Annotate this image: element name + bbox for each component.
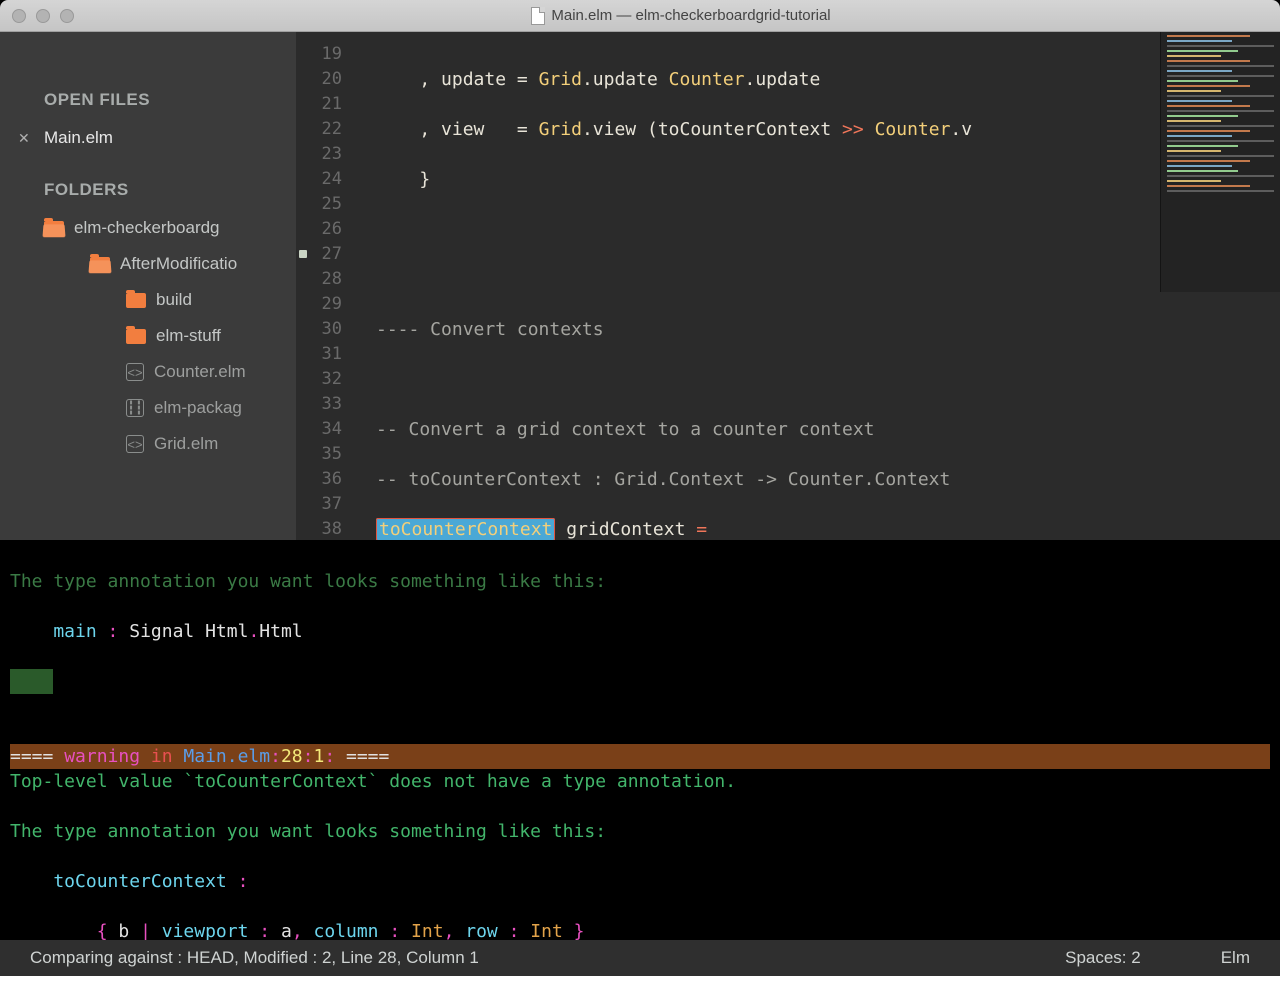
- folder-icon: [126, 293, 146, 308]
- build-output-panel[interactable]: The type annotation you want looks somet…: [0, 540, 1280, 940]
- status-left: Comparing against : HEAD, Modified : 2, …: [30, 948, 479, 968]
- folder-aftermodification[interactable]: AfterModificatio: [0, 246, 296, 282]
- folder-icon: [44, 221, 64, 236]
- folder-build[interactable]: build: [0, 282, 296, 318]
- open-files-heading: OPEN FILES: [0, 82, 296, 120]
- traffic-lights: [12, 9, 74, 23]
- code-editor[interactable]: 19 20 21 22 23 24 25 26 27 28 29 30 31 3…: [296, 32, 1280, 540]
- json-file-icon: ┇┇: [126, 399, 144, 417]
- folder-elmstuff[interactable]: elm-stuff: [0, 318, 296, 354]
- file-grid[interactable]: <> Grid.elm: [0, 426, 296, 462]
- file-icon: [531, 7, 545, 25]
- elm-file-icon: <>: [126, 435, 144, 453]
- folder-label: elm-checkerboardg: [74, 218, 220, 238]
- window-title: Main.elm — elm-checkerboardgrid-tutorial: [94, 7, 1268, 25]
- sidebar: OPEN FILES ✕ Main.elm FOLDERS elm-checke…: [0, 32, 296, 540]
- gutter-mark-icon: [299, 250, 307, 258]
- status-bar: Comparing against : HEAD, Modified : 2, …: [0, 940, 1280, 976]
- file-label: elm-packag: [154, 398, 242, 418]
- code-area[interactable]: , update = Grid.update Counter.update , …: [356, 32, 1280, 540]
- status-spaces[interactable]: Spaces: 2: [1065, 948, 1141, 968]
- close-icon[interactable]: ✕: [18, 130, 32, 147]
- folder-label: build: [156, 290, 192, 310]
- minimize-window-button[interactable]: [36, 9, 50, 23]
- folder-icon: [90, 257, 110, 272]
- file-elm-package[interactable]: ┇┇ elm-packag: [0, 390, 296, 426]
- file-counter[interactable]: <> Counter.elm: [0, 354, 296, 390]
- elm-file-icon: <>: [126, 363, 144, 381]
- file-label: Grid.elm: [154, 434, 218, 454]
- open-file-item[interactable]: ✕ Main.elm: [0, 120, 296, 156]
- window-title-text: Main.elm — elm-checkerboardgrid-tutorial: [551, 7, 830, 24]
- close-window-button[interactable]: [12, 9, 26, 23]
- line-number-gutter: 19 20 21 22 23 24 25 26 27 28 29 30 31 3…: [296, 32, 356, 540]
- folders-heading: FOLDERS: [0, 172, 296, 210]
- highlighted-identifier: toCounterContext: [376, 518, 555, 540]
- minimap[interactable]: [1160, 32, 1280, 292]
- zoom-window-button[interactable]: [60, 9, 74, 23]
- folder-label: AfterModificatio: [120, 254, 237, 274]
- folder-label: elm-stuff: [156, 326, 221, 346]
- status-language[interactable]: Elm: [1221, 948, 1250, 968]
- folder-root[interactable]: elm-checkerboardg: [0, 210, 296, 246]
- file-label: Counter.elm: [154, 362, 246, 382]
- open-file-name: Main.elm: [44, 128, 113, 148]
- folder-icon: [126, 329, 146, 344]
- console-line: The type annotation you want looks somet…: [10, 571, 606, 592]
- image-crop-whitespace: [0, 976, 1280, 1004]
- macos-titlebar: Main.elm — elm-checkerboardgrid-tutorial: [0, 0, 1280, 32]
